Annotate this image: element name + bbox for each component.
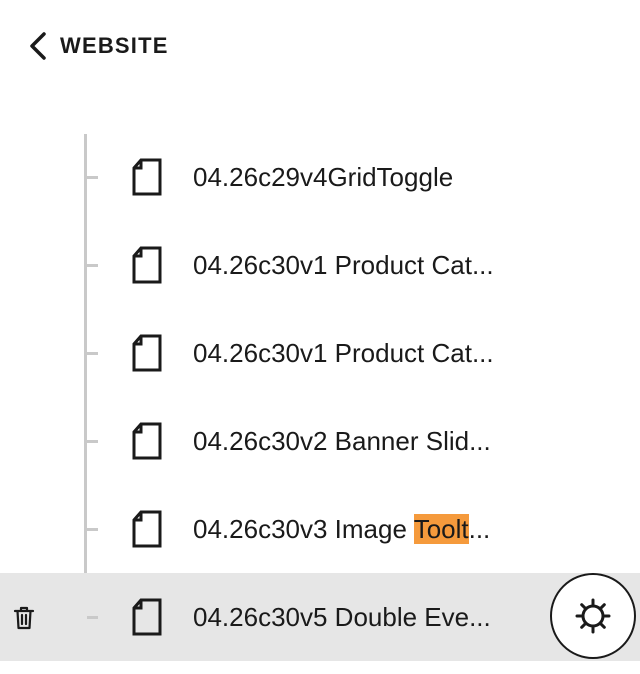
page-icon [132, 422, 162, 460]
page-item[interactable]: 04.26c30v1 Product Cat... [0, 221, 640, 309]
page-icon [132, 334, 162, 372]
tree-branch [87, 176, 98, 179]
trash-icon[interactable] [12, 605, 36, 631]
tree-branch [87, 440, 98, 443]
tree-branch [87, 352, 98, 355]
tree-branch [87, 616, 98, 619]
back-link[interactable]: WEBSITE [26, 28, 169, 64]
page-label-text: 04.26c30v3 Image [193, 514, 414, 544]
tree-branch [87, 264, 98, 267]
page-item[interactable]: 04.26c30v1 Product Cat... [0, 309, 640, 397]
tree-branch [87, 528, 98, 531]
page-icon [132, 158, 162, 196]
page-label: 04.26c30v5 Double Eve... [193, 602, 491, 632]
back-label: WEBSITE [60, 33, 169, 58]
chevron-left-icon [30, 32, 46, 60]
page-label: 04.26c29v4GridToggle [193, 162, 454, 192]
page-item[interactable]: 04.26c30v3 Image Toolt... [0, 485, 640, 573]
page-label: 04.26c30v3 Image Toolt... [193, 485, 490, 573]
page-icon [132, 246, 162, 284]
page-item[interactable]: 04.26c29v4GridToggle [0, 133, 640, 221]
page-item-selected[interactable]: 04.26c30v5 Double Eve... [0, 573, 640, 661]
page-settings-button[interactable] [550, 573, 636, 659]
page-label-ellipsis: ... [468, 514, 491, 544]
page-item[interactable]: 04.26c30v2 Banner Slid... [0, 397, 640, 485]
page-label: 04.26c30v1 Product Cat... [193, 250, 494, 280]
page-icon [132, 598, 162, 636]
search-highlight: Toolt [413, 514, 469, 544]
page-icon [132, 510, 162, 548]
page-label: 04.26c30v1 Product Cat... [193, 338, 494, 368]
page-label: 04.26c30v2 Banner Slid... [193, 426, 491, 456]
gear-icon [575, 598, 611, 634]
